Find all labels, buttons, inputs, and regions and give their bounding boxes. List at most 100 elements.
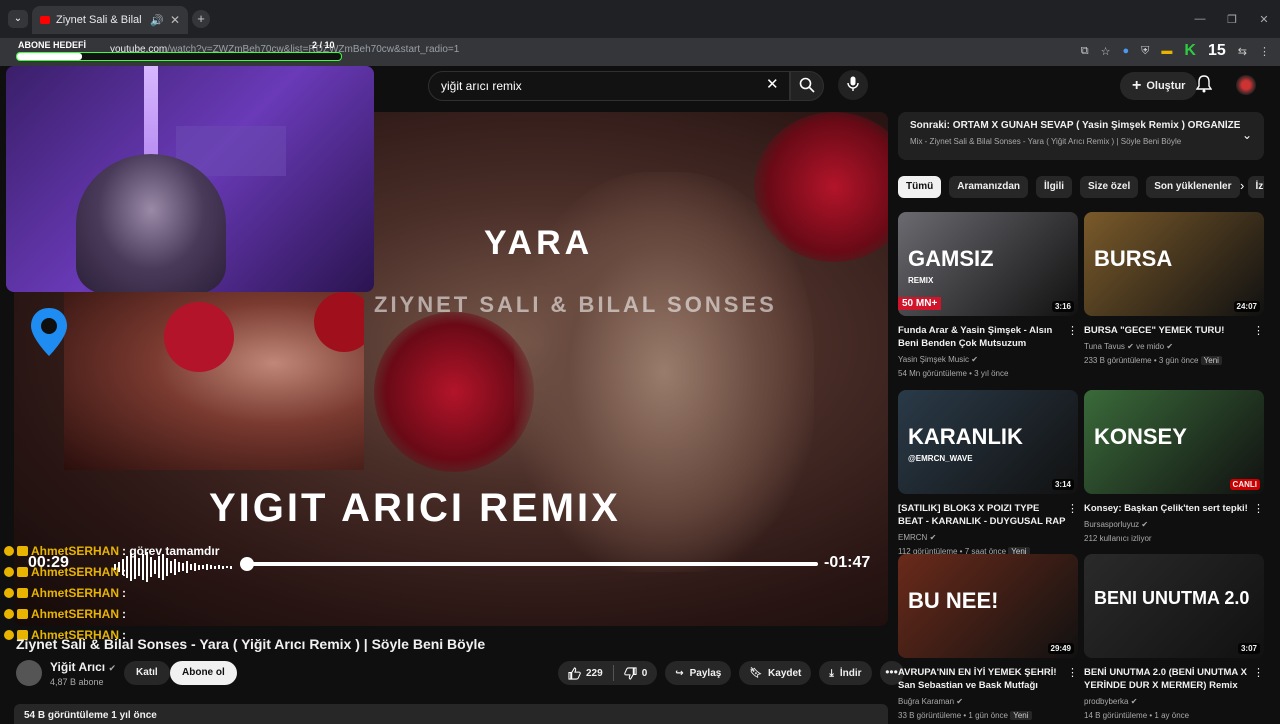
filter-chip[interactable]: İzle [1247,176,1264,198]
subscriber-goal-overlay: ABONE HEDEFİ 2 / 10 [14,38,344,64]
audio-icon[interactable]: 🔊 [150,14,164,27]
video-meta: Buğra Karaman ✔ 33 B görüntüleme • 1 gün … [898,695,1078,723]
filter-chip[interactable]: Size özel [1080,176,1139,198]
video-duration: 29:49 [1047,643,1074,654]
seek-bar[interactable] [244,562,818,566]
channel-name[interactable]: prodbyberka [1084,697,1128,706]
recommended-video[interactable]: BU NEE! 29:49 AVRUPA'NIN EN İYİ YEMEK ŞEHR… [898,554,1078,723]
video-duration: 3:14 [1051,479,1074,490]
search-input[interactable]: yiğit arıcı remix [428,71,790,101]
notifications-button[interactable] [1195,75,1213,98]
new-badge: Yeni [1010,711,1032,720]
search-button[interactable] [790,71,824,101]
more-options-icon[interactable]: ⋮ [1253,324,1264,337]
video-thumbnail[interactable]: BU NEE! 29:49 [898,554,1078,658]
subscriber-badge-icon [17,587,28,598]
channel-avatar[interactable] [16,660,42,686]
filter-chip[interactable]: Son yüklenenler [1146,176,1240,198]
new-tab-button[interactable]: + [192,10,210,28]
channel-name[interactable]: Buğra Karaman [898,697,954,706]
browser-tab[interactable]: Ziynet Sali & Bilal Sonses - 🔊 ✕ [32,6,188,34]
close-window-button[interactable]: ✕ [1248,13,1280,26]
more-options-icon[interactable]: ⋮ [1067,502,1078,515]
create-button[interactable]: + Oluştur [1120,72,1198,100]
dislike-button[interactable]: 0 [614,666,658,680]
thumbnail-badge: 50 MN+ [898,297,942,310]
verified-icon: ✔ [929,533,937,542]
voice-search-button[interactable] [838,70,868,100]
tab-search-button[interactable]: ⌄ [8,10,28,28]
view-count: 212 kullanıcı izliyor [1084,534,1152,543]
channel-name[interactable]: Tuna Tavus [1084,342,1125,351]
like-button[interactable]: 229 [558,666,613,680]
chevron-down-icon[interactable]: ⌄ [1242,128,1252,142]
recommended-video[interactable]: KARANLIK @EMRCN_WAVE 3:14 [SATILIK] BLOK3 X… [898,390,1078,559]
filter-chip[interactable]: Aramanızdan [949,176,1029,198]
maximize-button[interactable]: ❐ [1216,13,1248,26]
subscribe-button[interactable]: Abone ol [170,661,237,685]
badge-icon [4,566,14,577]
menu-icon[interactable]: ⋮ [1259,45,1270,58]
video-title: Konsey: Başkan Çelik'ten sert tepki! [1084,503,1248,514]
channel-name[interactable]: Bursasporluyuz [1084,520,1139,529]
video-thumbnail[interactable]: BURSA 24:07 [1084,212,1264,316]
thumbnail-text: BU NEE! [908,588,999,613]
more-options-icon[interactable]: ⋮ [1067,666,1078,679]
badge-icon [4,545,14,556]
channel-name[interactable]: Yiğit Arıcı ✔ [50,660,116,674]
video-thumbnail[interactable]: KARANLIK @EMRCN_WAVE 3:14 [898,390,1078,494]
badge-icon [4,629,14,640]
thumbnail-text: KONSEY [1094,424,1187,449]
more-options-icon[interactable]: ⋮ [1067,324,1078,337]
filter-chip[interactable]: Tümü [898,176,942,198]
video-thumbnail[interactable]: GAMSIZ REMIX 50 MN+ 3:16 [898,212,1078,316]
up-next-card[interactable]: Sonraki: ORTAM X GÜNAH SEVAP ( Yasin Şim… [898,112,1264,160]
shield-icon[interactable]: ⛨ [1141,45,1149,58]
profile-icon[interactable]: ⇆ [1238,45,1247,58]
thumbnail-text: BURSA [1094,246,1173,271]
recommended-video[interactable]: BURSA 24:07 BURSA "GECE" YEMEK TURU! Tuna T… [1084,212,1264,368]
cast-icon[interactable]: ⧉ [1081,45,1089,58]
kick-logo-icon: K [1184,42,1196,59]
share-icon: ↪ [675,667,684,679]
verified-icon: ✔ [1141,520,1149,529]
extension-icon[interactable]: ● [1123,45,1130,57]
subscriber-badge-icon [17,608,28,619]
join-button[interactable]: Katıl [124,661,170,685]
save-button[interactable]: 🔖︎ Kaydet [739,661,812,685]
remaining-time: -01:47 [824,554,871,571]
chevron-right-icon[interactable]: › [1240,178,1244,193]
more-options-icon[interactable]: ⋮ [1253,502,1264,515]
download-button[interactable]: ⤓ İndir [819,661,872,685]
thumbnail-text: BENI UNUTMA 2.0 [1094,588,1250,608]
verified-icon: ✔ [108,663,117,673]
bookmark-star-icon[interactable]: ☆ [1101,45,1111,58]
video-overlay-artists: ZIYNET SALI & BILAL SONSES [374,292,777,317]
recommended-video[interactable]: KONSEY CANLI Konsey: Başkan Çelik'ten sert… [1084,390,1264,546]
new-badge: Yeni [1200,356,1222,365]
subscriber-badge-icon [17,566,28,577]
user-avatar[interactable] [1236,75,1256,95]
view-count: 54 Mn görüntüleme • 3 yıl önce [898,369,1009,378]
recommended-video[interactable]: GAMSIZ REMIX 50 MN+ 3:16 Funda Arar & Yasin … [898,212,1078,381]
share-button[interactable]: ↪ Paylaş [665,661,732,685]
video-meta: prodbyberka ✔ 14 B görüntüleme • 1 ay önc… [1084,695,1264,723]
channel-name[interactable]: Yasin Şimşek Music [898,355,969,364]
microphone-icon [847,76,859,91]
minimize-button[interactable]: — [1184,13,1216,25]
streamer-person [76,154,226,292]
clear-search-icon[interactable]: ✕ [766,75,779,93]
tab-close-icon[interactable]: ✕ [170,13,180,27]
search-icon [799,77,815,93]
channel-collab[interactable]: ve mido [1136,342,1164,351]
filter-chip[interactable]: İlgili [1036,176,1073,198]
video-thumbnail[interactable]: BENI UNUTMA 2.0 3:07 [1084,554,1264,658]
channel-name[interactable]: EMRCN [898,533,927,542]
video-thumbnail[interactable]: KONSEY CANLI [1084,390,1264,494]
video-duration: 3:07 [1237,643,1260,654]
description-box[interactable]: 54 B görüntüleme 1 yıl önce [14,704,888,724]
chat-text: : [122,585,127,600]
recommended-video[interactable]: BENI UNUTMA 2.0 3:07 BENİ UNUTMA 2.0 (BENİ… [1084,554,1264,723]
extension-icon[interactable]: ▬ [1161,45,1172,57]
more-options-icon[interactable]: ⋮ [1253,666,1264,679]
